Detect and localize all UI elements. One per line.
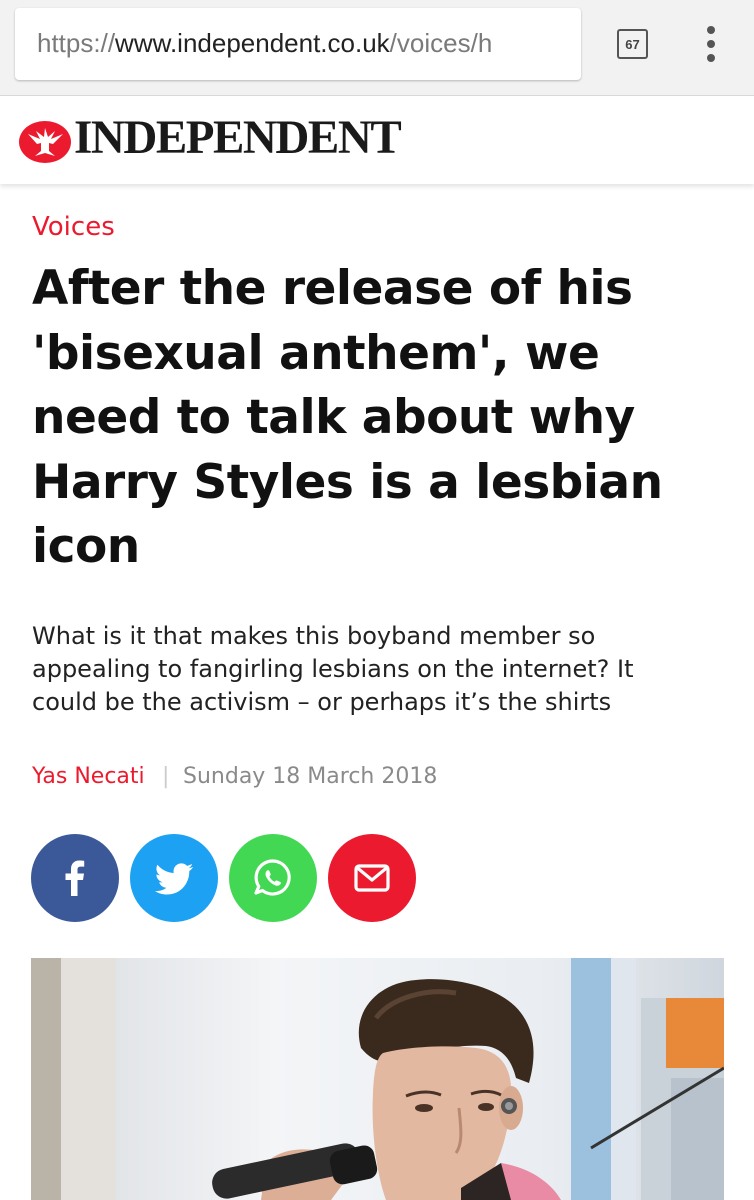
hero-photo	[31, 958, 724, 1200]
article-hero-image[interactable]	[31, 958, 724, 1200]
headline-line: After the release of his	[32, 261, 633, 316]
share-facebook-button[interactable]	[31, 834, 119, 922]
headline: After the release of his 'bisexual anthe…	[32, 257, 732, 580]
headline-line: 'bisexual anthem', we	[32, 325, 600, 381]
whatsapp-icon	[254, 859, 291, 896]
facebook-icon	[65, 860, 85, 896]
standfirst-line: could be the activism – or perhaps it’s …	[32, 688, 612, 716]
share-email-button[interactable]	[328, 834, 416, 922]
headline-line: need to talk about why	[32, 390, 635, 445]
publish-date: Sunday 18 March 2018	[183, 764, 438, 789]
share-twitter-button[interactable]	[130, 834, 218, 922]
section-label[interactable]: Voices	[32, 212, 115, 242]
independent-eagle-logo[interactable]	[18, 120, 72, 164]
overflow-menu-icon[interactable]	[700, 26, 724, 62]
headline-line: Harry Styles is a lesbian	[32, 454, 663, 510]
address-bar[interactable]: https://www.independent.co.uk/voices/h	[15, 8, 581, 80]
brand-wordmark[interactable]: INDEPENDENT	[74, 110, 402, 165]
tab-count: 67	[625, 36, 640, 52]
standfirst: What is it that makes this boyband membe…	[32, 620, 732, 719]
tab-switcher-button[interactable]: 67	[617, 29, 648, 59]
standfirst-line: appealing to fangirling lesbians on the …	[32, 655, 634, 683]
author-link[interactable]: Yas Necati	[32, 764, 145, 789]
byline-separator: |	[162, 764, 170, 789]
twitter-icon	[154, 863, 194, 895]
standfirst-line: What is it that makes this boyband membe…	[32, 622, 596, 650]
share-whatsapp-button[interactable]	[229, 834, 317, 922]
email-icon	[354, 864, 390, 892]
url-text: https://www.independent.co.uk/voices/h	[37, 28, 493, 58]
browser-toolbar: https://www.independent.co.uk/voices/h 6…	[0, 0, 754, 96]
headline-line: icon	[32, 519, 140, 574]
